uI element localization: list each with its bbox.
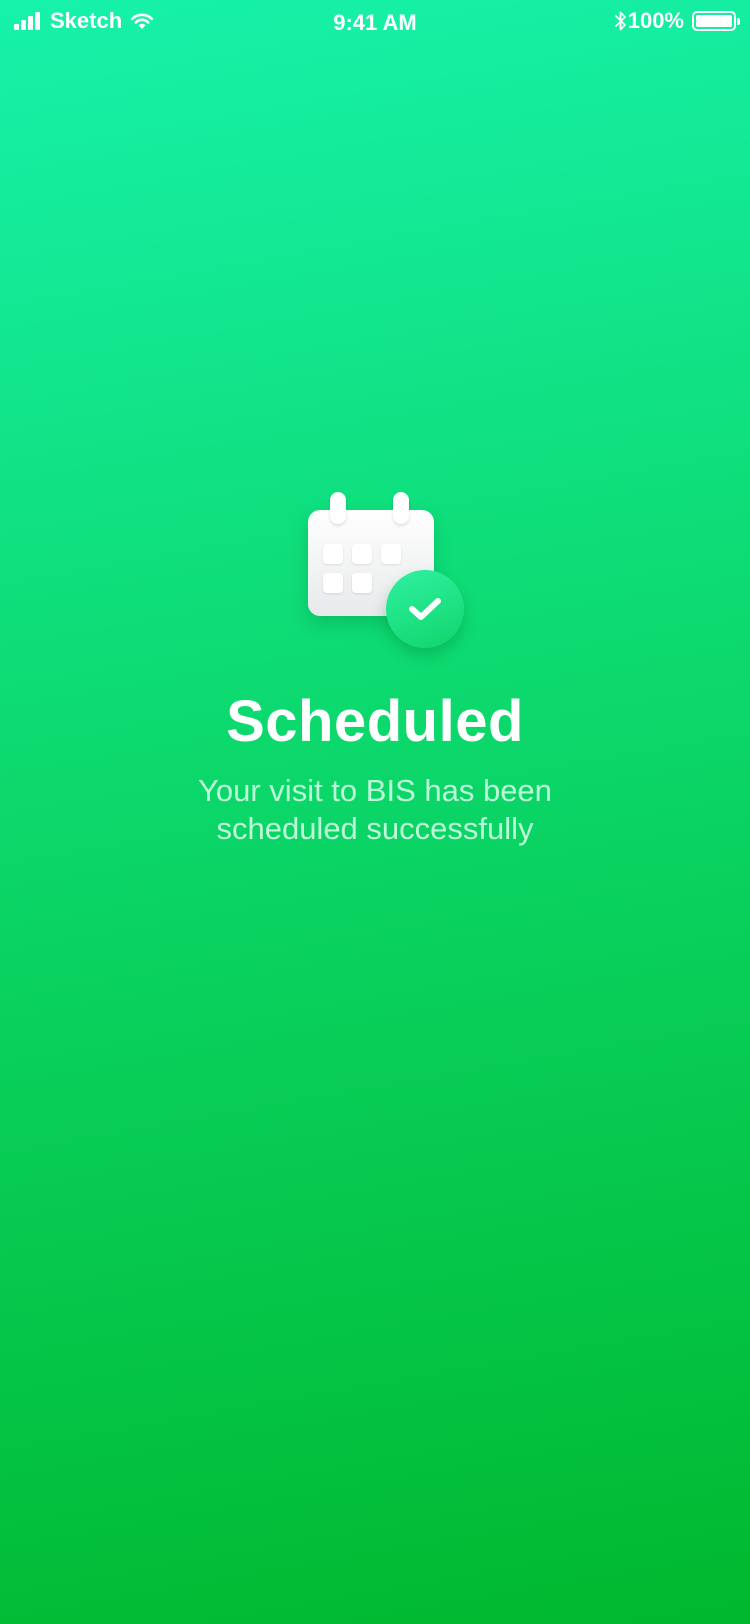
scheduled-illustration bbox=[300, 488, 470, 648]
battery-level-fill bbox=[696, 15, 732, 27]
calendar-day-cell bbox=[381, 544, 401, 564]
calendar-day-cell bbox=[323, 544, 343, 564]
calendar-day-cell bbox=[323, 573, 343, 593]
calendar-day-cell bbox=[352, 544, 372, 564]
confirmation-message: Your visit to BIS has been scheduled suc… bbox=[198, 773, 552, 846]
battery-percent: 100% bbox=[627, 8, 684, 33]
status-right: 100% bbox=[614, 8, 740, 34]
battery-tip bbox=[737, 18, 740, 25]
calendar-day-cell bbox=[352, 573, 372, 593]
checkmark-icon bbox=[409, 598, 441, 620]
calendar-ring-icon bbox=[393, 492, 409, 524]
calendar-ring-icon bbox=[330, 492, 346, 524]
bluetooth-icon bbox=[614, 11, 626, 31]
check-badge-icon bbox=[386, 570, 464, 648]
status-bar: Sketch 9:41 AM 100% bbox=[0, 0, 750, 44]
screen: Sketch 9:41 AM 100% Scheduled Your visit… bbox=[0, 0, 750, 1624]
battery-icon bbox=[692, 11, 740, 31]
page-title: Scheduled bbox=[226, 689, 524, 754]
